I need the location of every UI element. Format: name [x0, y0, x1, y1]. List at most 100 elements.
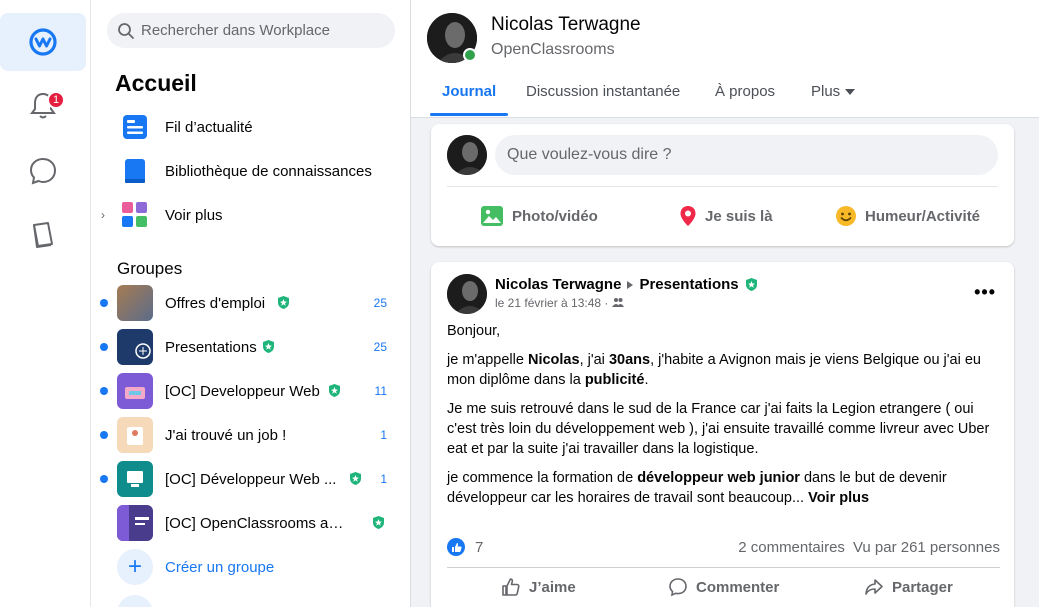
- groups-section-title: Groupes: [117, 259, 183, 278]
- create-group-button[interactable]: + Créer un groupe: [117, 549, 274, 585]
- share-label: Partager: [892, 578, 953, 596]
- post-author-avatar[interactable]: [447, 274, 487, 314]
- see-more-icon: [119, 199, 151, 231]
- group-item[interactable]: [OC] Developpeur Web 11: [91, 369, 401, 413]
- photo-video-label: Photo/vidéo: [512, 207, 598, 225]
- profile-name: Nicolas Terwagne: [491, 14, 641, 35]
- group-name: [OC] Développeur Web ...: [165, 471, 337, 488]
- chat-icon[interactable]: [0, 142, 86, 200]
- sidebar-title: Accueil: [115, 70, 197, 96]
- group-name: Presentations: [165, 339, 257, 356]
- group-name: Offres d'emploi: [165, 295, 266, 312]
- views-count[interactable]: Vu par 261 personnes: [853, 539, 1000, 556]
- unread-dot: [100, 343, 108, 351]
- group-count: 25: [373, 296, 387, 310]
- post-group-name[interactable]: Presentations: [639, 276, 738, 293]
- smiley-icon: [836, 206, 856, 226]
- next-item-icon[interactable]: [117, 595, 153, 607]
- comments-count[interactable]: 2 commentaires: [738, 539, 845, 556]
- group-name: [OC] OpenClassrooms anno...: [165, 515, 345, 532]
- audience-group-icon: [611, 298, 624, 307]
- sidebar-item-news-feed[interactable]: Fil d’actualité: [99, 107, 399, 147]
- sidebar: Accueil Fil d’actualité Bibliothèque de …: [91, 0, 411, 607]
- caret-down-icon: [845, 89, 856, 95]
- unread-dot: [100, 299, 108, 307]
- feeling-activity-button[interactable]: Humeur/Activité: [835, 200, 980, 232]
- group-item[interactable]: [OC] Développeur Web ... 1: [91, 457, 401, 501]
- stats-right: 2 commentaires Vu par 261 personnes: [738, 539, 1000, 556]
- notifications-bell-icon[interactable]: 1: [0, 77, 86, 135]
- tab-discussion-instantanee[interactable]: Discussion instantanée: [526, 83, 680, 100]
- sidebar-item-label: Voir plus: [165, 206, 223, 224]
- tab-plus-label: Plus: [811, 83, 841, 100]
- tab-journal[interactable]: Journal: [442, 83, 496, 100]
- divider: [447, 567, 1000, 568]
- comment-icon: [669, 578, 687, 597]
- tab-a-propos[interactable]: À propos: [715, 83, 775, 100]
- thumbs-up-icon: [502, 578, 520, 596]
- sidebar-item-label: Bibliothèque de connaissances: [165, 162, 372, 180]
- share-button[interactable]: Partager: [864, 577, 953, 597]
- news-feed-icon: [119, 111, 151, 143]
- group-count: 25: [373, 340, 387, 354]
- group-name: J'ai trouvé un job !: [165, 427, 287, 444]
- sidebar-item-see-more[interactable]: › Voir plus: [99, 195, 399, 235]
- search-bar[interactable]: [107, 13, 395, 48]
- group-thumbnail: [117, 505, 153, 541]
- photo-video-button[interactable]: Photo/vidéo: [480, 200, 598, 232]
- notifications-badge: 1: [47, 91, 65, 109]
- search-icon: [118, 22, 134, 39]
- post-body: Bonjour, je m'appelle Nicolas, j'ai 30an…: [447, 321, 1002, 517]
- profile-organization: OpenClassrooms: [491, 41, 615, 58]
- library-book-icon[interactable]: [0, 206, 86, 264]
- admin-shield-icon: [263, 340, 274, 353]
- group-item[interactable]: J'ai trouvé un job ! 1: [91, 413, 401, 457]
- like-button[interactable]: J’aime: [501, 577, 576, 597]
- post-timestamp[interactable]: le 21 février à 13:48 ·: [495, 296, 612, 310]
- divider: [447, 186, 998, 187]
- admin-shield-icon: [745, 278, 757, 291]
- post-paragraph: je commence la formation de développeur …: [447, 470, 947, 506]
- post-author-name[interactable]: Nicolas Terwagne: [495, 276, 621, 293]
- post-header: Nicolas Terwagne Presentations: [495, 276, 758, 293]
- see-more-link[interactable]: Voir plus: [808, 490, 869, 506]
- group-thumbnail: [117, 461, 153, 497]
- create-group-label: Créer un groupe: [165, 558, 275, 576]
- group-count: 11: [374, 384, 387, 398]
- main-content: Nicolas Terwagne OpenClassrooms Journal …: [411, 0, 1039, 607]
- group-item[interactable]: Offres d'emploi 25: [91, 281, 401, 325]
- feeling-activity-label: Humeur/Activité: [865, 207, 981, 225]
- group-thumbnail: [117, 329, 153, 365]
- check-in-button[interactable]: Je suis là: [679, 200, 773, 232]
- post-paragraph: je m'appelle Nicolas, j'ai 30ans, j'habi…: [447, 352, 981, 388]
- unread-dot: [100, 387, 108, 395]
- group-count: 1: [380, 472, 387, 486]
- post-paragraph: Bonjour,: [447, 323, 501, 339]
- admin-shield-icon: [278, 296, 289, 309]
- group-thumbnail: [117, 285, 153, 321]
- post-paragraph: Je me suis retrouvé dans le sud de la Fr…: [447, 401, 990, 457]
- active-tab-indicator: [430, 113, 508, 116]
- knowledge-library-icon: [119, 155, 151, 187]
- profile-header: Nicolas Terwagne OpenClassrooms Journal …: [411, 0, 1039, 118]
- post-timestamp-row: le 21 février à 13:48 ·: [495, 296, 624, 310]
- likes-count[interactable]: 7: [475, 539, 483, 556]
- like-reaction-icon[interactable]: [447, 538, 465, 556]
- post-composer: Que voulez-vous dire ? Photo/vidéo Je su…: [431, 124, 1014, 246]
- workplace-home-icon[interactable]: [0, 13, 86, 71]
- admin-shield-icon: [350, 472, 361, 485]
- share-arrow-icon: [865, 579, 883, 595]
- feed-post: Nicolas Terwagne Presentations le 21 fév…: [431, 262, 1014, 607]
- composer-input[interactable]: Que voulez-vous dire ?: [495, 135, 998, 175]
- group-count: 1: [380, 428, 387, 442]
- group-item[interactable]: [OC] OpenClassrooms anno...: [91, 501, 401, 545]
- composer-avatar: [447, 135, 487, 175]
- comment-button[interactable]: Commenter: [668, 577, 779, 597]
- more-options-icon[interactable]: •••: [974, 282, 996, 303]
- left-rail: 1: [0, 0, 91, 607]
- sidebar-item-knowledge-library[interactable]: Bibliothèque de connaissances: [99, 151, 399, 191]
- search-input[interactable]: [141, 22, 381, 39]
- tab-plus[interactable]: Plus: [811, 83, 856, 100]
- admin-shield-icon: [373, 516, 384, 529]
- group-item[interactable]: Presentations 25: [91, 325, 401, 369]
